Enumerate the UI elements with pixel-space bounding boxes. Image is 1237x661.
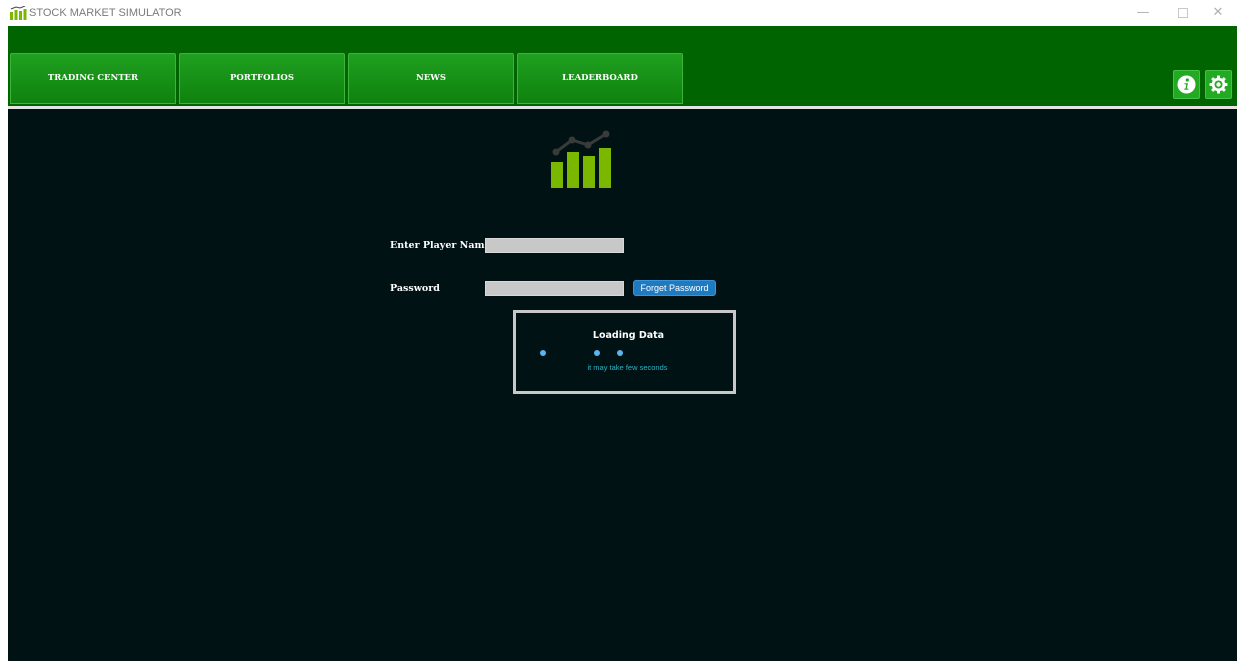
- tab-leaderboard[interactable]: LEADERBOARD: [517, 53, 683, 104]
- tab-trading-center[interactable]: TRADING CENTER: [10, 53, 176, 104]
- maximize-button[interactable]: [1168, 4, 1198, 22]
- player-name-label: Enter Player Name: [390, 240, 491, 251]
- forget-password-button[interactable]: Forget Password: [633, 280, 716, 296]
- loading-dot: [617, 350, 623, 356]
- app-logo-icon: [10, 6, 27, 20]
- tab-news[interactable]: NEWS: [348, 53, 514, 104]
- loading-subtitle: it may take few seconds: [587, 363, 668, 372]
- info-icon: [1177, 75, 1196, 94]
- maximize-icon: [1178, 7, 1188, 18]
- loading-dot: [594, 350, 600, 356]
- loading-dot: [540, 350, 546, 356]
- loading-title: Loading Data: [592, 330, 665, 341]
- window-border: [0, 26, 8, 661]
- password-label: Password: [390, 283, 440, 294]
- stock-chart-logo-icon: [551, 130, 611, 188]
- password-input[interactable]: [485, 281, 624, 296]
- settings-button[interactable]: [1205, 70, 1232, 99]
- window-title: STOCK MARKET SIMULATOR: [29, 7, 182, 19]
- minimize-button[interactable]: —: [1128, 4, 1158, 22]
- tab-portfolios[interactable]: PORTFOLIOS: [179, 53, 345, 104]
- title-bar: STOCK MARKET SIMULATOR — ✕: [0, 0, 1237, 26]
- player-name-input[interactable]: [485, 238, 624, 253]
- loading-dialog: Loading Data it may take few seconds: [513, 310, 736, 394]
- close-button[interactable]: ✕: [1203, 4, 1233, 22]
- info-button[interactable]: [1173, 70, 1200, 99]
- gear-icon: [1209, 75, 1228, 94]
